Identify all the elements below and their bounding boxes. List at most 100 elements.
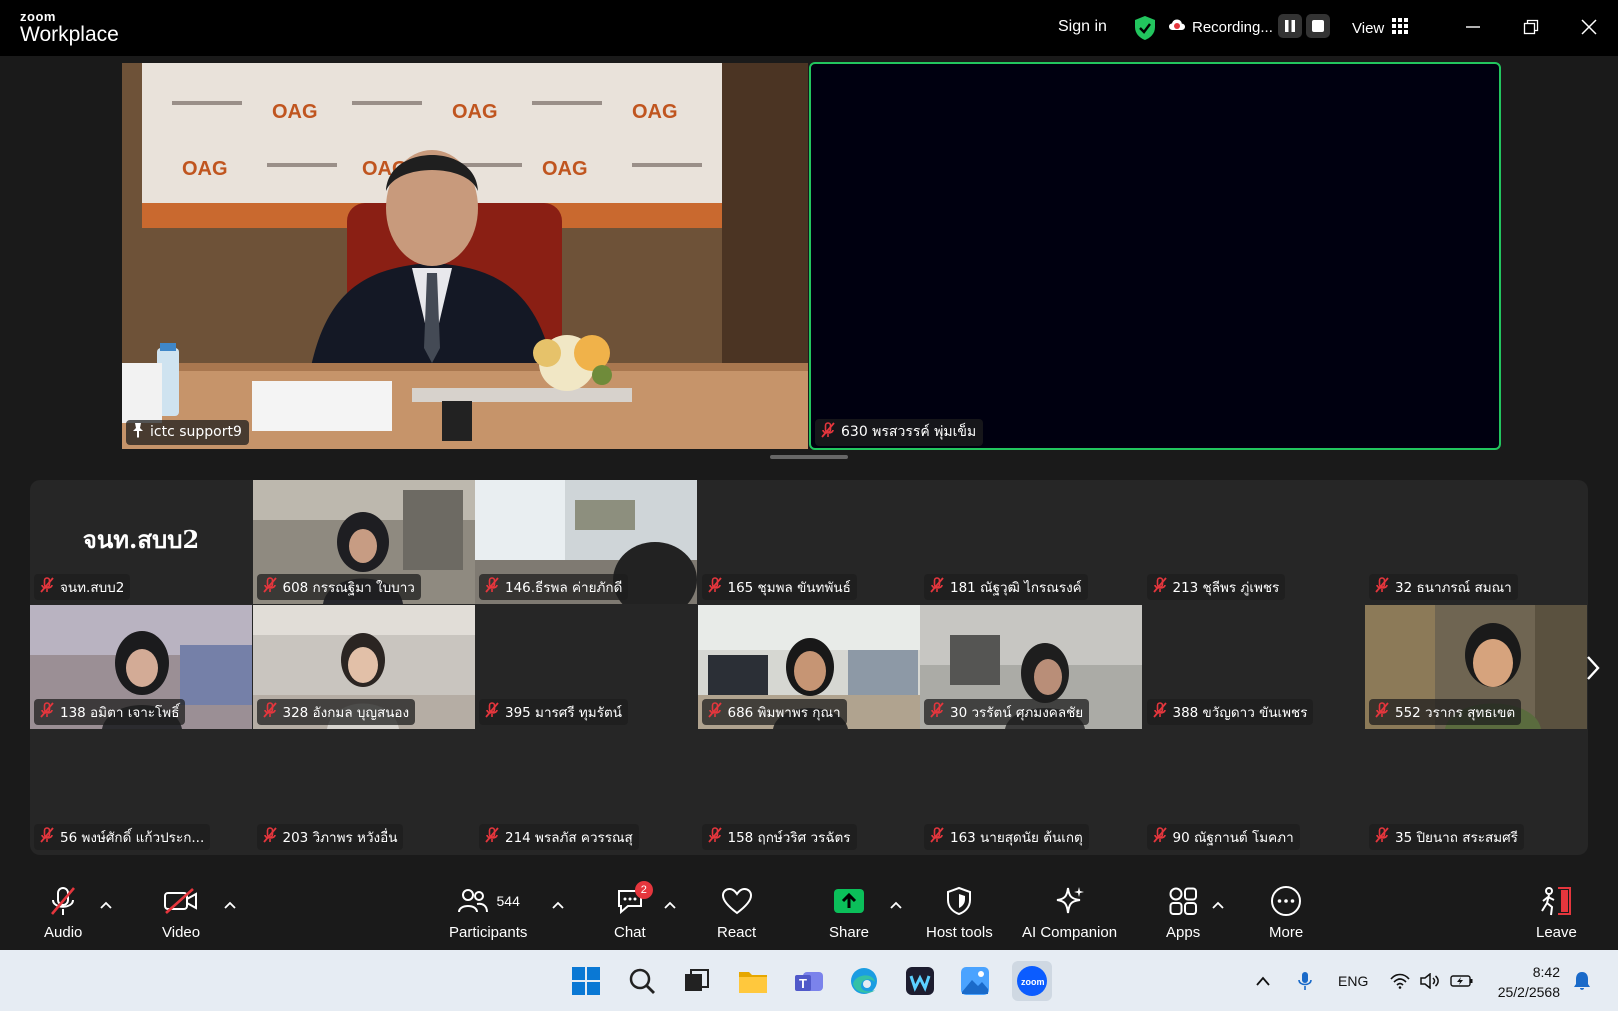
- participant-tile[interactable]: จนท.สบบ2 จนท.สบบ2: [30, 480, 252, 604]
- battery-charging-icon[interactable]: [1450, 950, 1474, 1011]
- participants-options-caret-icon[interactable]: [552, 894, 564, 913]
- participant-tile[interactable]: 163 นายสุดนัย ต้นเกตุ: [920, 730, 1142, 854]
- participant-tile[interactable]: 146.ธีรพล ค่ายภักดี: [475, 480, 697, 604]
- input-language[interactable]: ENG: [1338, 950, 1368, 1011]
- svg-text:OAG: OAG: [542, 158, 588, 180]
- logo-bottom: Workplace: [20, 23, 119, 46]
- apps-options-caret-icon[interactable]: [1212, 894, 1224, 913]
- photos-app-icon[interactable]: [957, 963, 993, 999]
- leave-meeting-button[interactable]: Leave: [1536, 884, 1577, 941]
- mic-muted-icon: [1152, 577, 1167, 597]
- participant-name: 328 อังกมล บุญสนอง: [282, 705, 410, 721]
- participant-tile[interactable]: 32 ธนาภรณ์ สมณา: [1365, 480, 1587, 604]
- mic-muted-icon: [707, 827, 722, 847]
- video-button[interactable]: Video: [162, 884, 200, 941]
- close-window-icon[interactable]: [1576, 14, 1602, 40]
- title-bar: zoom Workplace Sign in Recording... View: [0, 0, 1618, 56]
- participant-name-chip: 30 วรรัตน์ ศุภมงคลชัย: [924, 699, 1090, 725]
- ai-companion-label: AI Companion: [1022, 924, 1118, 941]
- restore-window-icon[interactable]: [1518, 14, 1544, 40]
- participants-icon-with-count: 544: [457, 884, 520, 918]
- resize-handle[interactable]: [770, 455, 848, 459]
- participant-name-chip: 90 ณัฐกานต์ โมคภา: [1146, 824, 1300, 850]
- edge-browser-icon[interactable]: [846, 963, 882, 999]
- file-explorer-icon[interactable]: [735, 963, 771, 999]
- chat-label: Chat: [614, 924, 646, 941]
- chat-options-caret-icon[interactable]: [664, 894, 676, 913]
- participant-tile[interactable]: 395 มารศรี ทุมรัตน์: [475, 605, 697, 729]
- show-hidden-icons-chevron-icon[interactable]: [1256, 950, 1270, 1011]
- microsoft-teams-icon[interactable]: T: [791, 963, 827, 999]
- participant-name: 552 วรากร สุทธเขต: [1395, 705, 1516, 721]
- sign-in-link[interactable]: Sign in: [1058, 18, 1107, 36]
- participant-name-chip: 214 พรลภัส ควรรณสุ: [479, 824, 639, 850]
- participant-tile[interactable]: 608 กรรณฐิมา ใบบาว: [252, 480, 475, 604]
- volume-icon[interactable]: [1420, 950, 1440, 1011]
- video-options-caret-icon[interactable]: [224, 894, 236, 913]
- participant-tile[interactable]: 686 พิมพาพร กุณา: [697, 605, 920, 729]
- minimize-window-icon[interactable]: [1460, 14, 1486, 40]
- audio-button[interactable]: Audio: [44, 884, 82, 941]
- recording-indicator[interactable]: Recording...: [1168, 18, 1273, 36]
- host-tools-button[interactable]: Host tools: [926, 884, 993, 941]
- participant-tile[interactable]: 165 ชุมพล ขันทพันธ์: [698, 480, 920, 604]
- participant-tile[interactable]: 388 ขวัญดาว ขันเพชร: [1143, 605, 1365, 729]
- participant-tile[interactable]: 30 วรรัตน์ ศุภมงคลชัย: [920, 605, 1142, 729]
- more-button[interactable]: More: [1269, 884, 1303, 941]
- mic-muted-icon: [262, 827, 277, 847]
- wifi-icon[interactable]: [1390, 950, 1410, 1011]
- participant-display-name-large: จนท.สบบ2: [82, 525, 200, 554]
- participant-tile[interactable]: 181 ณัฐวุฒิ ไกรณรงค์: [920, 480, 1142, 604]
- pause-recording-button[interactable]: [1278, 14, 1302, 38]
- participant-name-chip: 181 ณัฐวุฒิ ไกรณรงค์: [924, 574, 1088, 600]
- ai-companion-button[interactable]: AI Companion: [1022, 884, 1117, 941]
- participant-tile[interactable]: 328 อังกมล บุญสนอง: [252, 605, 475, 729]
- mic-muted-icon: [707, 577, 722, 597]
- mic-muted-icon: [485, 702, 499, 722]
- react-button[interactable]: React: [717, 884, 756, 941]
- participant-tile[interactable]: 203 วิภาพร หวังอื่น: [253, 730, 475, 854]
- microphone-in-use-icon[interactable]: [1298, 950, 1312, 1011]
- participant-name: 213 ชุลีพร ภู่เพชร: [1172, 580, 1280, 596]
- spotlight-video-left[interactable]: OAG OAG OAG OAG OAG OAG ictc support9: [122, 63, 808, 449]
- share-label: Share: [829, 924, 870, 941]
- participant-name: 30 วรรัตน์ ศุภมงคลชัย: [950, 705, 1084, 721]
- participant-tile[interactable]: 35 ปิยนาถ สระสมศรี: [1365, 730, 1587, 854]
- notifications-bell-icon[interactable]: [1573, 950, 1591, 1011]
- stop-recording-button[interactable]: [1306, 14, 1330, 38]
- share-options-caret-icon[interactable]: [890, 894, 902, 913]
- windows-start-icon[interactable]: [568, 963, 604, 999]
- task-view-icon[interactable]: [679, 963, 715, 999]
- encryption-shield-icon[interactable]: [1133, 15, 1157, 45]
- participant-tile[interactable]: 214 พรลภัส ควรรณสุ: [475, 730, 697, 854]
- participant-tile[interactable]: 56 พงษ์ศักดิ์ แก้วประก...: [30, 730, 252, 854]
- view-button[interactable]: View: [1352, 18, 1409, 38]
- participant-name-chip: 158 ฤกษ์วริศ วรฉัตร: [701, 824, 857, 850]
- participant-name-chip: 32 ธนาภรณ์ สมณา: [1369, 574, 1518, 600]
- logo-top: zoom: [20, 9, 56, 24]
- participant-name-chip: 56 พงษ์ศักดิ์ แก้วประก...: [34, 824, 211, 850]
- grid-view-icon: [1392, 18, 1409, 38]
- participant-tile[interactable]: 213 ชุลีพร ภู่เพชร: [1143, 480, 1365, 604]
- participant-tile[interactable]: 158 ฤกษ์วริศ วรฉัตร: [698, 730, 920, 854]
- cloud-recording-icon: [1168, 18, 1186, 36]
- participants-button[interactable]: 544 Participants: [449, 884, 527, 941]
- share-button[interactable]: Share: [829, 884, 869, 941]
- participant-tile[interactable]: 90 ณัฐกานต์ โมคภา: [1143, 730, 1365, 854]
- next-page-chevron-icon[interactable]: [1586, 655, 1600, 685]
- participant-name-chip: 213 ชุลีพร ภู่เพชร: [1146, 574, 1286, 600]
- participant-name: 203 วิภาพร หวังอื่น: [282, 830, 398, 846]
- participant-tile[interactable]: 138 อมิตา เจาะโพธิ์: [30, 605, 252, 729]
- participant-tile[interactable]: 552 วรากร สุทธเขต: [1365, 605, 1587, 729]
- audio-options-caret-icon[interactable]: [100, 894, 112, 913]
- apps-button[interactable]: Apps: [1166, 884, 1200, 941]
- taskbar-clock[interactable]: 8:42 25/2/2568: [1486, 962, 1560, 1002]
- zoom-app-icon[interactable]: zoom: [1012, 961, 1052, 1001]
- app-icon-dark[interactable]: [902, 963, 938, 999]
- participant-name-chip: 686 พิมพาพร กุณา: [701, 699, 847, 725]
- search-icon[interactable]: [624, 963, 660, 999]
- chat-button[interactable]: 2 Chat: [614, 881, 653, 941]
- windows-taskbar: T zoom ENG 8:42 25/2/2568: [0, 950, 1618, 1011]
- mic-muted-icon: [821, 422, 835, 442]
- spotlight-video-right-active-speaker[interactable]: 630 พรสวรรค์ พุ่มเข็ม: [809, 62, 1501, 450]
